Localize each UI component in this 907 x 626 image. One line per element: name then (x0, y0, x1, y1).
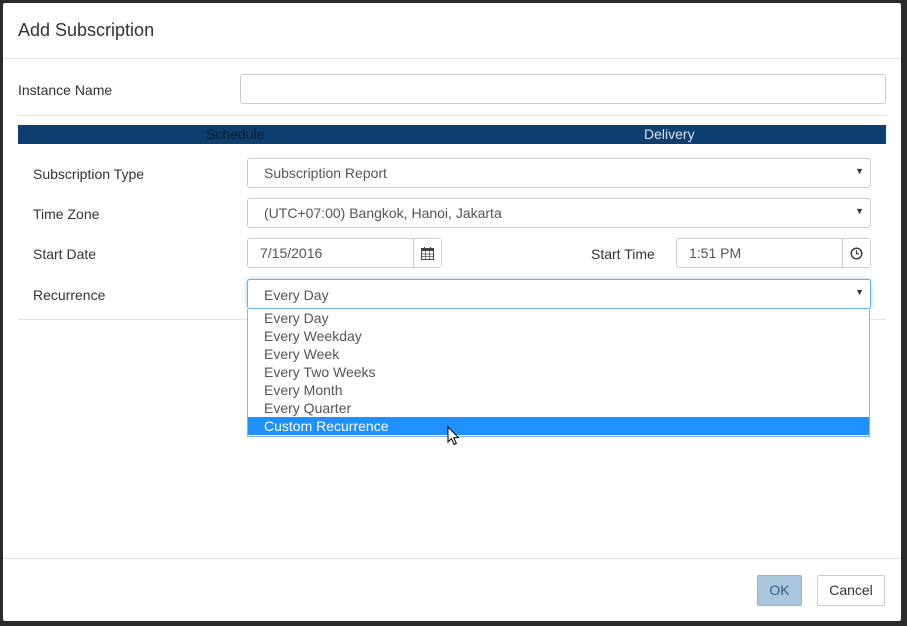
option-every-day[interactable]: Every Day (248, 309, 869, 327)
divider (18, 115, 886, 116)
option-every-week[interactable]: Every Week (248, 345, 869, 363)
subscription-type-label: Subscription Type (33, 166, 145, 182)
recurrence-value: Every Day (264, 287, 329, 303)
ok-button[interactable]: OK (757, 575, 802, 606)
cancel-button[interactable]: Cancel (817, 575, 885, 606)
time-zone-value: (UTC+07:00) Bangkok, Hanoi, Jakarta (264, 205, 502, 221)
dialog-title: Add Subscription (18, 20, 155, 40)
chevron-down-icon: ▼ (855, 206, 864, 216)
chevron-down-icon: ▼ (855, 287, 864, 297)
dialog-header: Add Subscription (3, 3, 901, 59)
option-custom-recurrence[interactable]: Custom Recurrence (248, 417, 869, 435)
option-every-weekday[interactable]: Every Weekday (248, 327, 869, 345)
subscription-type-select[interactable]: Subscription Report ▼ (247, 158, 871, 188)
start-date-label: Start Date (33, 246, 97, 262)
start-time-label: Start Time (591, 246, 655, 262)
start-date-value: 7/15/2016 (260, 245, 323, 261)
mouse-cursor-icon (447, 426, 460, 446)
option-every-quarter[interactable]: Every Quarter (248, 399, 869, 417)
add-subscription-dialog: Add Subscription Instance Name Schedule … (3, 3, 901, 621)
time-zone-select[interactable]: (UTC+07:00) Bangkok, Hanoi, Jakarta ▼ (247, 198, 871, 228)
tab-bar: Schedule Delivery (18, 125, 886, 144)
subscription-type-value: Subscription Report (264, 165, 387, 181)
recurrence-label: Recurrence (33, 287, 106, 303)
dialog-footer-divider (3, 558, 901, 559)
start-time-value: 1:51 PM (689, 245, 742, 261)
chevron-down-icon: ▼ (855, 166, 864, 176)
option-every-month[interactable]: Every Month (248, 381, 869, 399)
time-zone-label: Time Zone (33, 206, 100, 222)
start-date-input[interactable]: 7/15/2016 (247, 238, 442, 268)
recurrence-select[interactable]: Every Day ▼ (247, 279, 871, 309)
start-time-input[interactable]: 1:51 PM (676, 238, 871, 268)
tab-schedule[interactable]: Schedule (206, 126, 264, 143)
calendar-icon[interactable] (413, 239, 441, 267)
option-every-two-weeks[interactable]: Every Two Weeks (248, 363, 869, 381)
recurrence-dropdown: Every Day Every Weekday Every Week Every… (247, 309, 870, 437)
tab-delivery[interactable]: Delivery (644, 126, 695, 143)
instance-name-input[interactable] (240, 74, 886, 104)
clock-icon[interactable] (842, 239, 870, 267)
instance-name-label: Instance Name (18, 82, 113, 98)
